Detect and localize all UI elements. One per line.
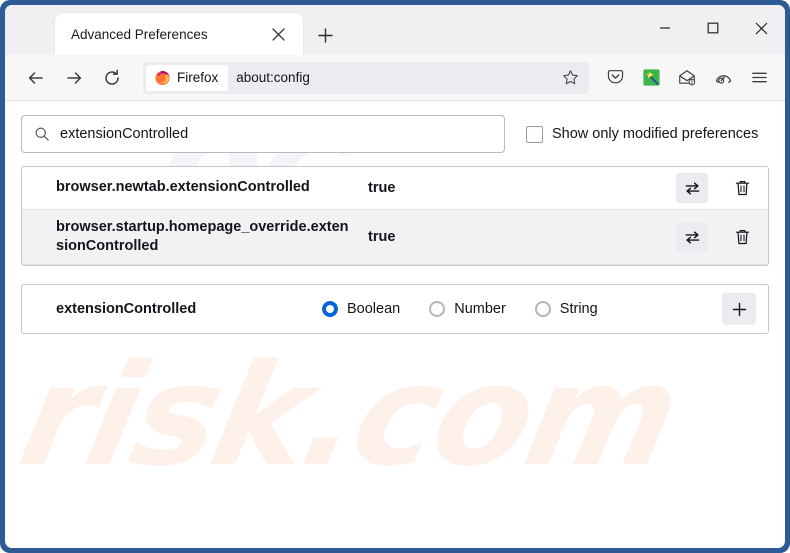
trash-icon[interactable] <box>726 173 758 203</box>
tab-strip: Advanced Preferences <box>5 5 785 55</box>
menu-icon[interactable] <box>743 62 775 94</box>
radio-label: String <box>559 301 598 317</box>
trash-icon[interactable] <box>726 222 758 252</box>
new-pref-name[interactable]: extensionControlled <box>22 301 322 317</box>
firefox-logo-icon <box>155 71 170 85</box>
search-icon <box>34 126 50 142</box>
navigation-toolbar: Firefox about:config <box>5 55 785 101</box>
pref-value: true <box>368 229 396 245</box>
add-preference-row: extensionControlled Boolean Number Strin… <box>22 285 768 333</box>
radio-label: Boolean <box>347 301 401 317</box>
new-tab-button[interactable] <box>311 21 339 49</box>
browser-window-inner: pc risk.com Advanced Preferences Firefox… <box>5 5 785 548</box>
pref-name: browser.startup.homepage_override.extens… <box>56 218 349 254</box>
address-bar[interactable]: Firefox about:config <box>143 61 589 94</box>
minimize-icon[interactable] <box>641 5 689 51</box>
close-icon[interactable] <box>737 5 785 51</box>
back-arrow-icon[interactable] <box>19 61 53 95</box>
pref-name: browser.newtab.extensionControlled <box>56 179 310 196</box>
radio-dot[interactable] <box>534 301 551 317</box>
tab-title: Advanced Preferences <box>71 26 208 42</box>
pocket-icon[interactable] <box>599 62 631 94</box>
radio-type-number[interactable]: Number <box>429 301 506 317</box>
radio-type-string[interactable]: String <box>534 301 598 317</box>
url-text[interactable]: about:config <box>236 70 555 85</box>
toggle-swap-icon[interactable] <box>676 222 708 252</box>
window-controls <box>641 5 785 51</box>
radio-dot[interactable] <box>322 301 338 317</box>
reload-icon[interactable] <box>95 61 129 95</box>
radio-label: Number <box>454 301 506 317</box>
search-input[interactable]: extensionControlled <box>21 115 505 153</box>
show-modified-label: Show only modified preferences <box>552 126 759 142</box>
radio-dot[interactable] <box>429 301 446 317</box>
checkbox-box[interactable] <box>526 125 543 143</box>
firefox-brand-chip: Firefox <box>146 64 229 91</box>
mail-icon[interactable] <box>671 62 703 94</box>
radio-type-boolean[interactable]: Boolean <box>322 301 400 317</box>
table-row[interactable]: browser.startup.homepage_override.extens… <box>22 209 768 265</box>
close-icon[interactable] <box>265 21 291 47</box>
search-row: extensionControlled Show only modified p… <box>5 101 785 166</box>
preferences-table: browser.newtab.extensionControlled true <box>21 166 769 266</box>
search-input-value: extensionControlled <box>60 126 189 142</box>
toggle-swap-icon[interactable] <box>676 173 708 203</box>
about-config-page: extensionControlled Show only modified p… <box>5 101 785 548</box>
gauge-icon[interactable] <box>707 62 739 94</box>
table-row[interactable]: browser.newtab.extensionControlled true <box>22 167 768 209</box>
add-preference-panel: extensionControlled Boolean Number Strin… <box>21 284 769 334</box>
browser-window: pc risk.com Advanced Preferences Firefox… <box>0 0 790 553</box>
brand-label: Firefox <box>177 70 219 85</box>
star-icon[interactable] <box>555 63 585 93</box>
pref-value: true <box>368 180 396 196</box>
tab-advanced-preferences[interactable]: Advanced Preferences <box>55 13 303 55</box>
maximize-icon[interactable] <box>689 5 737 51</box>
extension-icon[interactable] <box>635 62 667 94</box>
show-modified-checkbox[interactable]: Show only modified preferences <box>526 125 759 143</box>
forward-arrow-icon[interactable] <box>57 61 91 95</box>
add-preference-button[interactable] <box>722 293 756 325</box>
